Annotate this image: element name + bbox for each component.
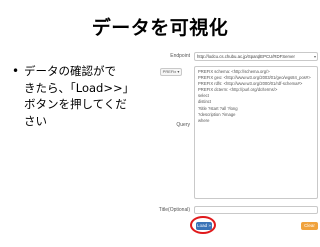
bullet-marker: • — [12, 64, 20, 78]
prefix-dropdown-button[interactable]: PREFix ▾ — [160, 68, 182, 76]
instruction-line: きたら、「Load>>」 — [24, 80, 135, 95]
title-label: Title(Optional) — [158, 207, 190, 213]
endpoint-label: Endpoint — [170, 53, 190, 59]
endpoint-value: http://lodcu.cs.chubu.ac.jp/SparqlEPCU/R… — [197, 54, 295, 59]
instruction-text: データの確認がで きたら、「Load>>」 ボタンを押してくだ さい — [24, 63, 162, 129]
instruction-line: データの確認がで — [24, 64, 116, 78]
clear-button[interactable]: Clear — [301, 222, 318, 230]
query-line: where — [198, 117, 210, 123]
title-input[interactable] — [194, 206, 318, 214]
highlight-circle — [190, 216, 216, 234]
query-label: Query — [176, 122, 190, 128]
chevron-down-icon: ▾ — [313, 54, 316, 59]
instruction-line: ボタンを押してくだ — [24, 97, 127, 111]
query-textarea[interactable]: PREFIX schema: <http://schema.org/> PREF… — [194, 66, 318, 199]
endpoint-select[interactable]: http://lodcu.cs.chubu.ac.jp/SparqlEPCU/R… — [194, 52, 318, 61]
instruction-line: さい — [24, 113, 47, 128]
sparql-form-screenshot: Endpoint http://lodcu.cs.chubu.ac.jp/Spa… — [156, 0, 320, 247]
